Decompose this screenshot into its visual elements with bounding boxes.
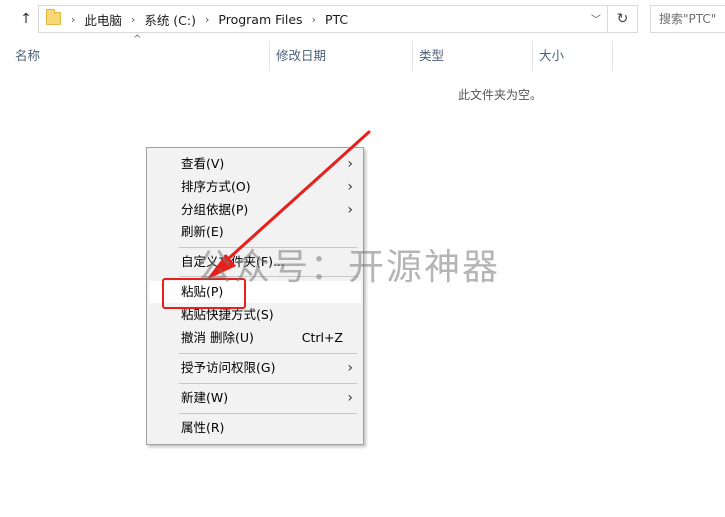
menu-item-label: 刷新(E) [181,224,224,239]
column-header-name[interactable]: 名称 [9,41,270,71]
breadcrumb-item-ptc[interactable]: PTC [325,12,348,27]
menu-item-label: 授予访问权限(G) [181,360,276,375]
menu-item-undo-delete[interactable]: 撤消 删除(U) Ctrl+Z [149,327,361,349]
watermark-text: 公众号：开源神器 [196,247,501,288]
menu-item-label: 新建(W) [181,390,229,405]
menu-item-shortcut: Ctrl+Z [301,330,343,345]
menu-separator [179,353,357,354]
column-header-date-modified[interactable]: 修改日期 [270,41,413,71]
menu-item-label: 属性(R) [181,420,225,435]
navigation-bar: ↑ › 此电脑 › 系统 (C:) › Program Files › PTC … [0,0,725,38]
breadcrumb-item-this-pc[interactable]: 此电脑 [84,10,122,29]
column-header-row: ^ 名称 修改日期 类型 大小 [0,34,725,71]
menu-item-new[interactable]: 新建(W) › [149,387,361,409]
chevron-right-icon[interactable]: › [71,13,75,26]
menu-item-view[interactable]: 查看(V) › [149,153,361,175]
submenu-arrow-icon: › [347,202,353,218]
submenu-arrow-icon: › [347,179,353,195]
menu-item-label: 查看(V) [181,156,225,171]
menu-separator [179,413,357,414]
menu-item-sort-by[interactable]: 排序方式(O) › [149,176,361,198]
column-header-size[interactable]: 大小 [533,41,613,71]
refresh-icon[interactable]: ↻ [608,5,638,33]
chevron-right-icon[interactable]: › [312,13,316,26]
folder-icon [46,9,61,25]
menu-item-label: 粘贴快捷方式(S) [181,307,274,322]
menu-item-grant-access[interactable]: 授予访问权限(G) › [149,357,361,379]
menu-item-properties[interactable]: 属性(R) [149,417,361,439]
up-arrow-icon[interactable]: ↑ [16,9,36,29]
breadcrumb-item-c-drive[interactable]: 系统 (C:) [144,10,196,29]
breadcrumb: › 此电脑 › 系统 (C:) › Program Files › PTC [65,6,348,32]
submenu-arrow-icon: › [347,156,353,172]
chevron-down-icon[interactable]: ﹀ [591,11,601,26]
submenu-arrow-icon: › [347,390,353,406]
breadcrumb-item-program-files[interactable]: Program Files [218,12,302,27]
chevron-right-icon[interactable]: › [205,13,209,26]
menu-item-label: 撤消 删除(U) [181,330,254,345]
search-input[interactable]: 搜索"PTC" [650,5,725,33]
empty-folder-message: 此文件夹为空。 [458,88,543,102]
menu-separator [179,383,357,384]
submenu-arrow-icon: › [347,360,353,376]
address-bar[interactable]: › 此电脑 › 系统 (C:) › Program Files › PTC ﹀ [38,5,608,33]
menu-item-label: 分组依据(P) [181,202,249,217]
column-header-type[interactable]: 类型 [413,41,533,71]
chevron-right-icon[interactable]: › [131,13,135,26]
menu-item-group-by[interactable]: 分组依据(P) › [149,199,361,221]
menu-item-label: 排序方式(O) [181,179,251,194]
